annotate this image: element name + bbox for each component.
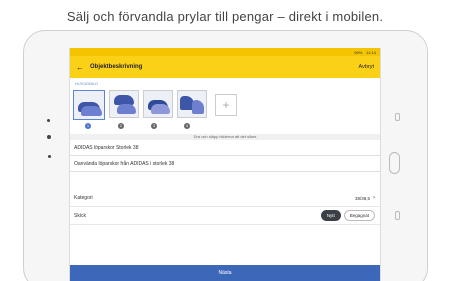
photo-number-badge: 1: [85, 123, 91, 129]
condition-new-chip[interactable]: Nytt: [320, 210, 341, 221]
photo-gallery: +: [70, 88, 380, 120]
home-button[interactable]: [389, 152, 400, 174]
recent-apps-button[interactable]: [395, 113, 400, 121]
photo-thumbnail[interactable]: [143, 90, 173, 118]
add-photo-button[interactable]: +: [215, 94, 237, 116]
status-bar: 96% 11:14: [70, 48, 380, 56]
sensor-dot: [48, 155, 51, 158]
page-title: Objektbeskrivning: [90, 64, 143, 70]
description-field[interactable]: Oanvända löparskor från ADIDAS i storlek…: [70, 156, 380, 172]
shoe-image: [117, 104, 136, 114]
main-photo-tab[interactable]: HUVUDBILD: [75, 81, 98, 86]
category-value: 38/38,5: [354, 195, 370, 201]
photo-thumbnail[interactable]: [73, 90, 105, 120]
condition-row: Skick Nytt Begagnat: [70, 207, 380, 225]
title-field[interactable]: ADIDAS löparskor Storlek 38: [70, 140, 380, 156]
photo-thumbnail[interactable]: [177, 90, 207, 118]
photo-tab-strip: HUVUDBILD: [70, 78, 380, 88]
photo-number-badge: 4: [184, 123, 190, 129]
photo-number-badge: 3: [151, 123, 157, 129]
clock: 11:14: [366, 49, 376, 55]
chevron-right-icon: ›: [373, 195, 375, 201]
category-row[interactable]: Kategori 38/38,5 ›: [70, 190, 380, 207]
condition-used-chip[interactable]: Begagnat: [343, 210, 375, 221]
shoe-image: [81, 106, 102, 116]
category-label: Kategori: [74, 195, 93, 201]
app-bar: ← Objektbeskrivning Avbryt: [70, 56, 380, 78]
photo-thumbnail[interactable]: [109, 90, 139, 118]
app-screen: 96% 11:14 ← Objektbeskrivning Avbryt HUV…: [69, 48, 381, 281]
sensor-dot: [47, 135, 51, 139]
next-button[interactable]: Nästa: [70, 265, 380, 281]
back-hardware-button[interactable]: [395, 211, 400, 220]
condition-label: Skick: [74, 212, 86, 219]
battery-indicator: 96%: [354, 49, 363, 55]
promo-headline: Sälj och förvandla prylar till pengar – …: [66, 9, 384, 24]
camera-dot: [47, 119, 50, 122]
cancel-button[interactable]: Avbryt: [359, 64, 375, 70]
arrow-back-icon[interactable]: ←: [76, 63, 84, 72]
shoe-image: [192, 100, 204, 114]
shoe-image: [151, 104, 170, 114]
photo-order-markers: 1 2 3 4: [70, 120, 380, 129]
photo-number-badge: 2: [118, 123, 124, 129]
